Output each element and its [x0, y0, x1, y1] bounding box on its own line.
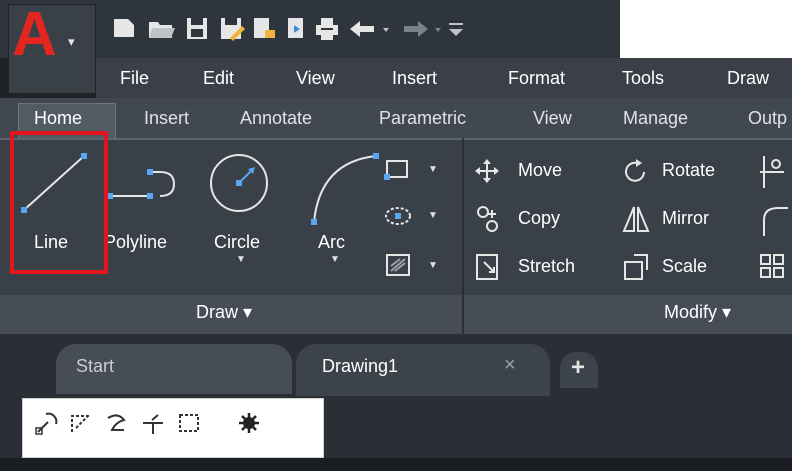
circle-tool-icon[interactable] [206, 150, 272, 216]
undo-icon[interactable] [348, 14, 396, 44]
snap-track-icon[interactable] [68, 410, 94, 436]
menu-bar [96, 58, 792, 98]
copy-label[interactable]: Copy [518, 208, 560, 229]
arc-tool-icon[interactable] [300, 150, 380, 230]
polyline-tool-icon[interactable] [104, 160, 184, 216]
title-area [620, 0, 792, 58]
tab-insert[interactable]: Insert [144, 100, 189, 136]
rotate-icon[interactable] [622, 158, 650, 186]
drawing-canvas[interactable] [0, 458, 792, 471]
mirror-icon[interactable] [622, 204, 650, 234]
move-icon[interactable] [474, 158, 500, 184]
tab-manage[interactable]: Manage [623, 100, 688, 136]
autocad-logo: A [12, 0, 57, 69]
open-icon[interactable] [146, 14, 176, 44]
settings-icon[interactable] [236, 410, 262, 436]
chevron-down-icon: ▾ [68, 34, 75, 49]
cloud-save-icon[interactable] [280, 14, 310, 44]
menu-format[interactable]: Format [508, 60, 565, 96]
hatch-dropdown-icon[interactable]: ▼ [428, 260, 438, 271]
stretch-icon[interactable] [474, 252, 502, 282]
tab-parametric[interactable]: Parametric [379, 100, 466, 136]
line-highlight-box [10, 131, 108, 274]
menu-tools[interactable]: Tools [622, 60, 664, 96]
arc-label[interactable]: Arc [318, 232, 345, 253]
fillet-icon[interactable] [758, 202, 788, 236]
menu-edit[interactable]: Edit [203, 60, 234, 96]
circle-label[interactable]: Circle [214, 232, 260, 253]
cloud-open-icon[interactable] [248, 14, 278, 44]
plus-icon: + [571, 354, 586, 381]
polyline-label[interactable]: Polyline [104, 232, 167, 253]
tab-drawing1-label: Drawing1 [322, 356, 399, 376]
circle-dropdown-icon[interactable]: ▼ [236, 254, 246, 265]
menu-view[interactable]: View [296, 60, 335, 96]
new-icon[interactable] [110, 14, 140, 44]
rectangle-dropdown-icon[interactable]: ▼ [428, 164, 438, 175]
hatch-icon[interactable] [384, 252, 414, 278]
customize-icon[interactable] [446, 14, 468, 44]
plot-icon[interactable] [312, 14, 342, 44]
tab-annotate[interactable]: Annotate [240, 100, 312, 136]
polar-icon[interactable] [104, 410, 130, 436]
panel-divider [462, 138, 464, 334]
menu-file[interactable]: File [120, 60, 149, 96]
modify-panel-title[interactable]: Modify ▾ [664, 302, 731, 323]
redo-icon[interactable] [400, 14, 448, 44]
hatch-dots-icon[interactable] [384, 204, 414, 228]
move-label[interactable]: Move [518, 160, 562, 181]
ortho-icon[interactable] [140, 410, 166, 436]
menu-draw[interactable]: Draw [727, 60, 769, 96]
rectangle-select-icon[interactable] [176, 410, 202, 436]
array-icon[interactable] [758, 252, 788, 282]
trim-icon[interactable] [758, 154, 788, 190]
save-icon[interactable] [182, 14, 212, 44]
arc-dropdown-icon[interactable]: ▼ [330, 254, 340, 265]
rectangle-icon[interactable] [384, 158, 414, 182]
scale-icon[interactable] [622, 252, 650, 282]
draw-panel-title[interactable]: Draw ▾ [196, 302, 252, 323]
tab-view[interactable]: View [533, 100, 572, 136]
stretch-label[interactable]: Stretch [518, 256, 575, 277]
copy-icon[interactable] [474, 204, 502, 234]
close-icon[interactable]: × [504, 354, 516, 377]
ellipse-dropdown-icon[interactable]: ▼ [428, 210, 438, 221]
tab-output[interactable]: Outp [748, 100, 787, 136]
osnap-icon[interactable] [34, 410, 60, 436]
save-as-icon[interactable] [216, 14, 246, 44]
menu-insert[interactable]: Insert [392, 60, 437, 96]
tab-start-label: Start [76, 356, 115, 376]
mirror-label[interactable]: Mirror [662, 208, 709, 229]
scale-label[interactable]: Scale [662, 256, 707, 277]
rotate-label[interactable]: Rotate [662, 160, 715, 181]
